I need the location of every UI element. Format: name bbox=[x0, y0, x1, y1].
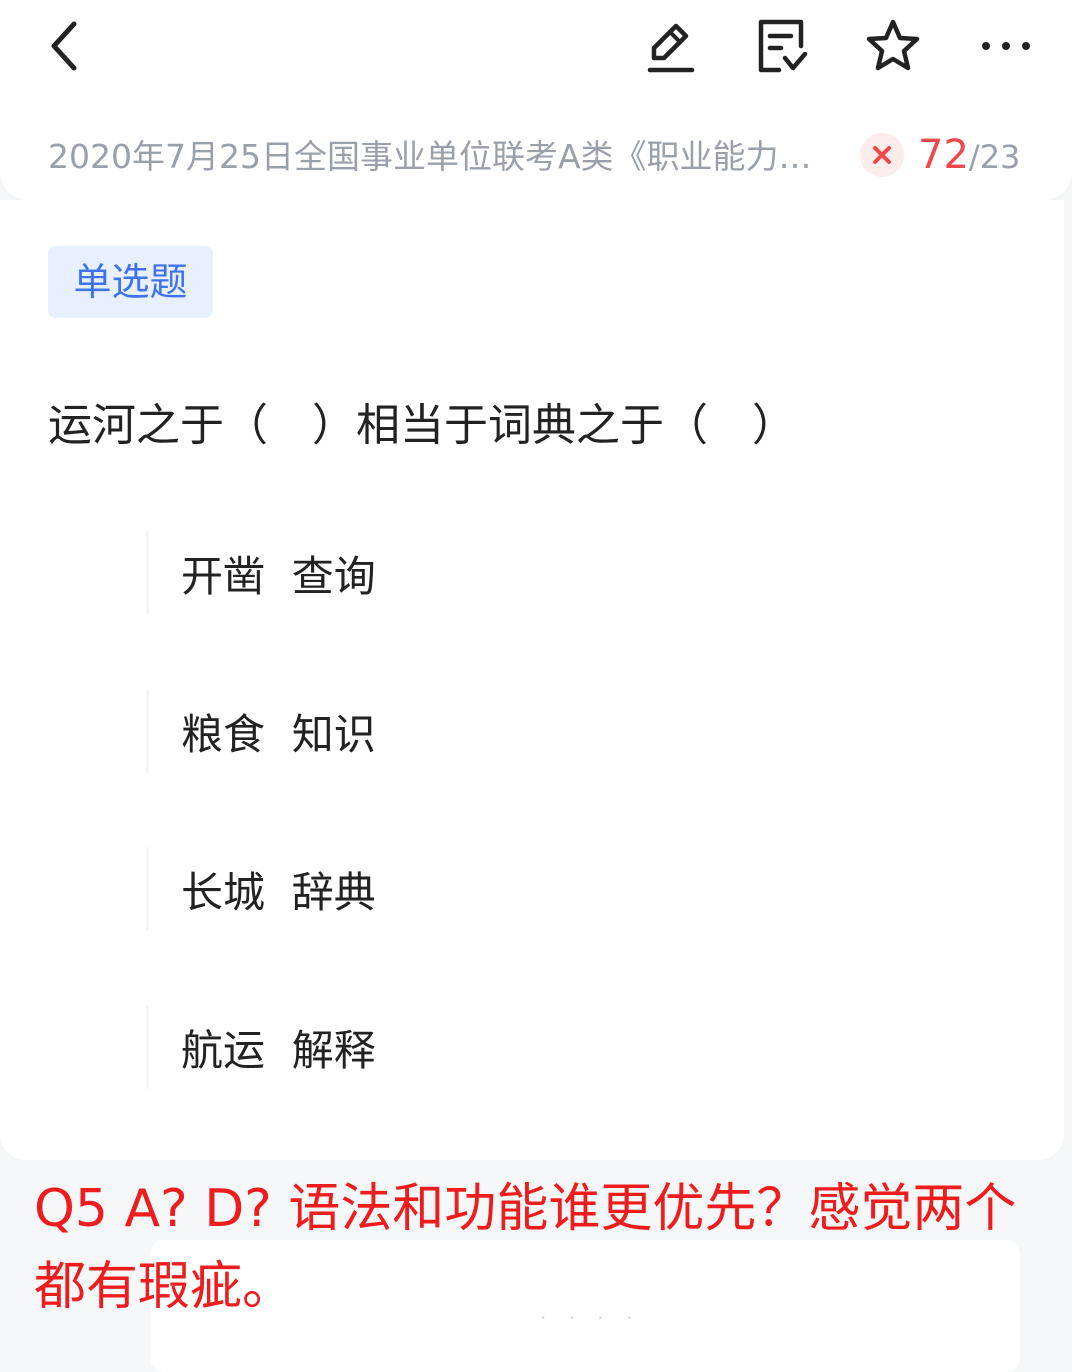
paper-title-breadcrumb[interactable]: 2020年7月25日全国事业单位联考A类《职业能力… bbox=[48, 132, 818, 182]
counter-separator: / bbox=[968, 138, 980, 176]
back-button[interactable] bbox=[32, 14, 96, 78]
option-d[interactable]: 航运 解释 bbox=[146, 988, 1006, 1106]
close-icon bbox=[873, 146, 891, 164]
option-text: 开凿 查询 bbox=[181, 551, 376, 601]
question-counter[interactable]: 72/23 bbox=[918, 128, 1020, 182]
question-type-tag: 单选题 bbox=[48, 246, 213, 318]
total-questions: 23 bbox=[979, 138, 1021, 176]
current-question-number: 72 bbox=[918, 132, 969, 178]
chevron-left-icon bbox=[51, 21, 77, 71]
edit-icon bbox=[647, 23, 695, 73]
option-b[interactable]: 粮食 知识 bbox=[146, 672, 1006, 790]
more-icon bbox=[982, 42, 1030, 50]
star-icon bbox=[866, 19, 920, 71]
question-stem: 运河之于（ ）相当于词典之于（ ） bbox=[48, 400, 796, 451]
note-check-icon bbox=[758, 19, 808, 73]
option-text: 航运 解释 bbox=[181, 1025, 376, 1075]
note-button[interactable] bbox=[749, 14, 813, 78]
handwritten-annotation: Q5 A? D? 语法和功能谁更优先？感觉两个都有瑕疵。 bbox=[34, 1179, 1017, 1317]
option-divider bbox=[146, 847, 149, 931]
page: 2020年7月25日全国事业单位联考A类《职业能力… 72/23 单选题 运河之… bbox=[0, 0, 1072, 1372]
option-text: 长城 辞典 bbox=[181, 867, 376, 917]
top-bar: 2020年7月25日全国事业单位联考A类《职业能力… 72/23 bbox=[0, 0, 1072, 200]
favorite-button[interactable] bbox=[861, 14, 925, 78]
wrong-status-badge bbox=[860, 133, 904, 177]
option-divider bbox=[146, 1005, 149, 1089]
more-button[interactable] bbox=[974, 14, 1038, 78]
option-divider bbox=[146, 689, 149, 773]
option-a[interactable]: 开凿 查询 bbox=[146, 514, 1006, 632]
edit-button[interactable] bbox=[636, 14, 700, 78]
option-c[interactable]: 长城 辞典 bbox=[146, 830, 1006, 948]
option-divider bbox=[146, 531, 149, 615]
option-text: 粮食 知识 bbox=[181, 709, 376, 759]
question-card: 单选题 运河之于（ ）相当于词典之于（ ） 开凿 查询 粮食 知识 长城 辞典 … bbox=[0, 200, 1064, 1160]
